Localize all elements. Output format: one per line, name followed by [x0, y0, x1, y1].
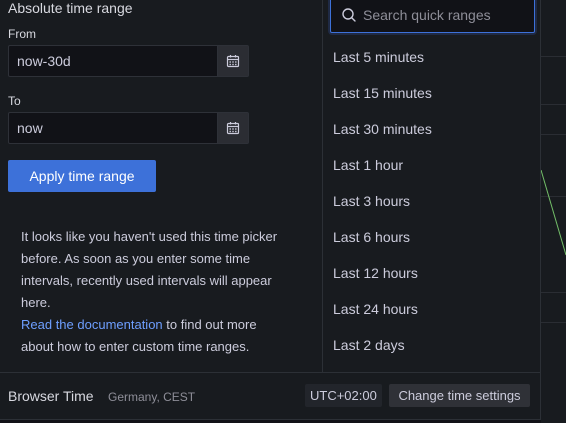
timezone-label: Germany, CEST: [108, 390, 196, 404]
from-field: [8, 45, 249, 77]
browser-time-label: Browser Time: [8, 388, 94, 404]
background-series-line: [541, 170, 566, 256]
quick-range-item[interactable]: Last 12 hours: [323, 255, 541, 291]
quick-ranges-section: Last 5 minutes Last 15 minutes Last 30 m…: [323, 0, 544, 372]
absolute-range-section: Absolute time range From To: [0, 0, 322, 372]
calendar-icon: [226, 55, 240, 68]
quick-ranges-search: [330, 0, 544, 33]
utc-offset-badge: UTC+02:00: [305, 384, 382, 407]
recent-ranges-help: It looks like you haven't used this time…: [21, 226, 291, 358]
quick-range-item[interactable]: Last 6 hours: [323, 219, 541, 255]
to-input[interactable]: [9, 113, 217, 143]
from-input[interactable]: [9, 46, 217, 76]
from-calendar-button[interactable]: [217, 46, 248, 76]
apply-time-range-button[interactable]: Apply time range: [8, 160, 156, 192]
background-gridline: [541, 134, 566, 135]
quick-range-item[interactable]: Last 1 hour: [323, 147, 541, 183]
documentation-link[interactable]: Read the documentation: [21, 317, 163, 332]
background-gridline: [541, 292, 566, 293]
change-time-settings-button[interactable]: Change time settings: [389, 384, 530, 407]
quick-range-item[interactable]: Last 2 days: [323, 327, 541, 363]
background-gridline: [541, 104, 566, 105]
absolute-range-title: Absolute time range: [8, 0, 133, 16]
quick-range-item[interactable]: Last 15 minutes: [323, 75, 541, 111]
to-label: To: [8, 94, 21, 108]
background-gridline: [541, 56, 566, 57]
time-picker-dropdown: Absolute time range From To: [0, 0, 544, 420]
quick-range-item[interactable]: Last 24 hours: [323, 291, 541, 327]
background-gridline: [541, 322, 566, 323]
to-calendar-button[interactable]: [217, 113, 248, 143]
quick-ranges-search-input[interactable]: [359, 7, 544, 23]
search-icon: [341, 7, 357, 23]
quick-range-item[interactable]: Last 30 minutes: [323, 111, 541, 147]
quick-ranges-list: Last 5 minutes Last 15 minutes Last 30 m…: [323, 39, 541, 363]
quick-range-item[interactable]: Last 3 hours: [323, 183, 541, 219]
from-label: From: [8, 27, 36, 41]
to-field: [8, 112, 249, 144]
time-settings-footer: Browser Time Germany, CEST UTC+02:00 Cha…: [0, 373, 541, 420]
quick-range-item[interactable]: Last 5 minutes: [323, 39, 541, 75]
calendar-icon: [226, 122, 240, 135]
help-text: It looks like you haven't used this time…: [21, 229, 278, 310]
